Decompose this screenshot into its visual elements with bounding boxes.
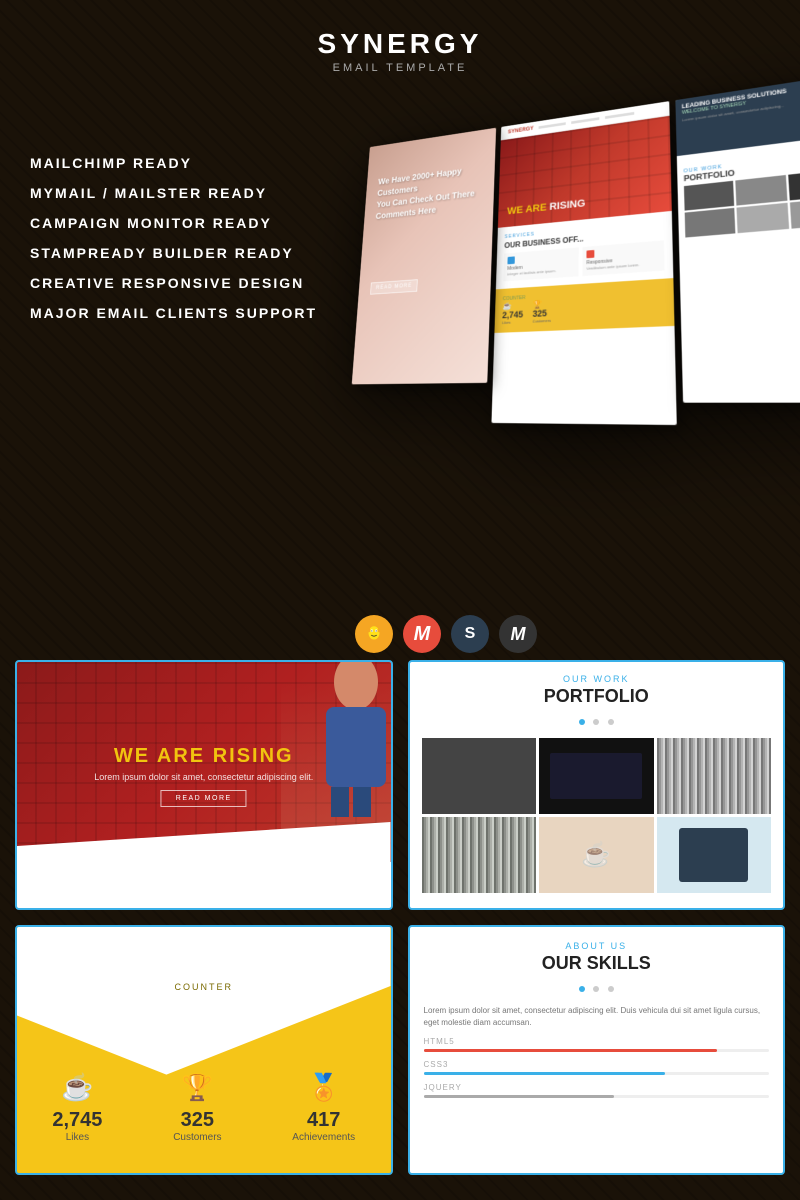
- features-list: MAILCHIMP READY MYMAIL / MAILSTER READY …: [30, 155, 317, 335]
- panel1-readmore: READ MORE: [370, 279, 418, 295]
- skill-css3: CSS3: [424, 1060, 770, 1075]
- counter-label-achievements: Achievements: [292, 1132, 355, 1143]
- preview-panel-3: LEADING BUSINESS SOLUTIONS WELCOME TO SY…: [675, 75, 800, 403]
- portfolio-dots: [422, 712, 772, 730]
- counter-label-customers: Customers: [173, 1132, 221, 1143]
- mailchimp-icon: [355, 615, 393, 653]
- hero-title: WE ARE RISING: [94, 745, 313, 768]
- mailster-icon: M: [499, 615, 537, 653]
- skill-html5-fill: [424, 1049, 718, 1052]
- feature-responsive: CREATIVE RESPONSIVE DESIGN: [30, 275, 317, 291]
- portfolio-photo-2: [539, 738, 654, 814]
- skill-html5-bar: [424, 1049, 770, 1052]
- counter-number-likes: 2,745: [52, 1109, 102, 1132]
- counter-eyebrow: COUNTER: [17, 982, 391, 992]
- skills-dot1: [579, 986, 585, 992]
- counter-diagonal: [17, 927, 391, 1075]
- counter-item-achievements: 🏅 417 Achievements: [292, 1072, 355, 1143]
- portfolio-eyebrow: OUR WORK: [422, 674, 772, 684]
- skill-html5-label: HTML5: [424, 1037, 770, 1046]
- skills-description: Lorem ipsum dolor sit amet, consectetur …: [424, 1005, 770, 1029]
- template-subtitle: EMAIL TEMPLATE: [0, 62, 800, 74]
- skill-html5: HTML5: [424, 1037, 770, 1052]
- mymail-icon: M: [403, 615, 441, 653]
- counter-number-customers: 325: [173, 1109, 221, 1132]
- counter-label-likes: Likes: [52, 1132, 102, 1143]
- counter-icon-medal: 🏅: [292, 1072, 355, 1103]
- dot3: [608, 719, 614, 725]
- stampready-icon: S: [451, 615, 489, 653]
- counter-number-achievements: 417: [292, 1109, 355, 1132]
- counter-icon-trophy: 🏆: [173, 1072, 221, 1103]
- portfolio-photo-6: [657, 817, 772, 893]
- hero-banner: WE ARE RISING Lorem ipsum dolor sit amet…: [17, 662, 391, 862]
- portfolio-photo-4: [422, 817, 537, 893]
- portfolio-card: OUR WORK PORTFOLIO: [408, 660, 786, 910]
- preview-panel-1: We Have 2000+ Happy CustomersYou Can Che…: [352, 128, 496, 385]
- feature-campaign: CAMPAIGN MONITOR READY: [30, 215, 317, 231]
- feature-stampready: STAMPREADY BUILDER READY: [30, 245, 317, 261]
- skills-eyebrow: ABOUT US: [424, 941, 770, 951]
- portfolio-photo-5: [539, 817, 654, 893]
- portfolio-content: OUR WORK PORTFOLIO: [410, 662, 784, 905]
- hero-desc: Lorem ipsum dolor sit amet, consectetur …: [94, 772, 313, 782]
- page-header: SYNERGY EMAIL TEMPLATE: [0, 0, 800, 92]
- dot1: [579, 719, 585, 725]
- 3d-preview: We Have 2000+ Happy CustomersYou Can Che…: [349, 75, 800, 428]
- counter-items: ☕ 2,745 Likes 🏆 325 Customers 🏅 417 Achi…: [17, 1072, 391, 1143]
- skills-card: ABOUT US OUR SKILLS Lorem ipsum dolor si…: [408, 925, 786, 1175]
- hero-card: WE ARE RISING Lorem ipsum dolor sit amet…: [15, 660, 393, 910]
- counter-item-likes: ☕ 2,745 Likes: [52, 1072, 102, 1143]
- portfolio-photo-3: [657, 738, 772, 814]
- skill-jquery-label: JQUERY: [424, 1083, 770, 1092]
- portfolio-photo-1: [422, 738, 537, 814]
- feature-mymail: MYMAIL / MAILSTER READY: [30, 185, 317, 201]
- email-client-icons: M S M: [355, 615, 537, 653]
- skill-css3-fill: [424, 1072, 666, 1075]
- skills-heading: OUR SKILLS: [424, 953, 770, 974]
- counter-item-customers: 🏆 325 Customers: [173, 1072, 221, 1143]
- hero-text: WE ARE RISING Lorem ipsum dolor sit amet…: [94, 745, 313, 807]
- skills-dot2: [593, 986, 599, 992]
- skills-content: ABOUT US OUR SKILLS Lorem ipsum dolor si…: [410, 927, 784, 1175]
- panel1-text: We Have 2000+ Happy CustomersYou Can Che…: [375, 162, 495, 224]
- skills-dot3: [608, 986, 614, 992]
- portfolio-grid: [422, 738, 772, 893]
- preview-panel-2: SYNERGY WE ARE RISING SERVICES OUR BUSIN…: [491, 101, 676, 425]
- skill-css3-bar: [424, 1072, 770, 1075]
- skill-jquery: JQUERY: [424, 1083, 770, 1098]
- counter-card: COUNTER ☕ 2,745 Likes 🏆 325 Customers 🏅 …: [15, 925, 393, 1175]
- feature-mailchimp: MAILCHIMP READY: [30, 155, 317, 171]
- feature-clients: MAJOR EMAIL CLIENTS SUPPORT: [30, 305, 317, 321]
- dot2: [593, 719, 599, 725]
- template-title: SYNERGY: [0, 28, 800, 60]
- counter-icon-coffee: ☕: [52, 1072, 102, 1103]
- skill-jquery-bar: [424, 1095, 770, 1098]
- skill-css3-label: CSS3: [424, 1060, 770, 1069]
- hero-readmore-btn[interactable]: READ MORE: [161, 790, 247, 807]
- preview-cards: WE ARE RISING Lorem ipsum dolor sit amet…: [15, 660, 785, 1175]
- portfolio-heading: PORTFOLIO: [422, 686, 772, 707]
- skills-dots: [424, 979, 770, 997]
- skill-jquery-fill: [424, 1095, 614, 1098]
